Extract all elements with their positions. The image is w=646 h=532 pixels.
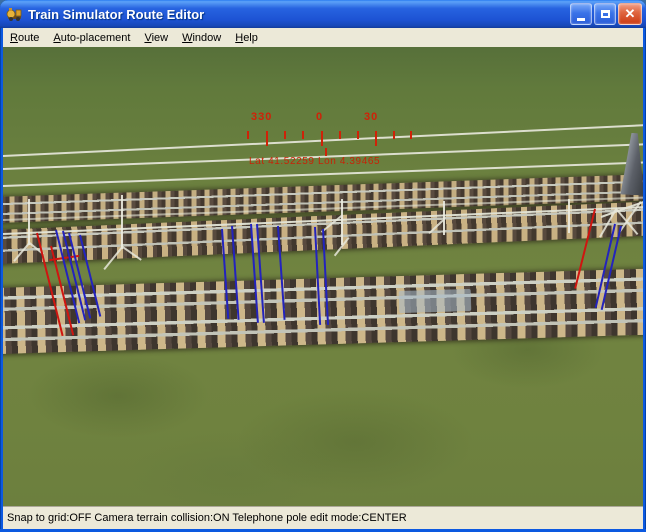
maximize-button[interactable] <box>594 3 616 25</box>
title-bar[interactable]: Train Simulator Route Editor ✕ <box>0 0 646 28</box>
viewport-3d[interactable]: 330 0 30 Lat 41.52259 Lon 4.39465 <box>3 47 643 506</box>
wireframe-post <box>121 195 123 249</box>
compass-heading-0: 0 <box>316 111 323 123</box>
compass-tick <box>321 131 323 146</box>
compass-tick <box>393 131 395 139</box>
compass-center-tick <box>325 148 327 156</box>
menu-auto-placement[interactable]: Auto-placement <box>46 30 137 46</box>
telegraph-wire <box>3 123 643 157</box>
compass-tick <box>302 131 304 139</box>
compass-tick <box>357 131 359 139</box>
camera-coordinates: Lat 41.52259 Lon 4.39465 <box>249 156 380 167</box>
compass-heading-30: 30 <box>364 111 378 123</box>
compass-tick <box>339 131 341 139</box>
menu-route[interactable]: Route <box>3 30 46 46</box>
close-button[interactable]: ✕ <box>618 3 642 25</box>
menu-bar: Route Auto-placement View Window Help <box>3 28 643 47</box>
status-text: Snap to grid:OFF Camera terrain collisio… <box>7 512 407 524</box>
compass-heading-330: 330 <box>251 111 272 123</box>
switch-rails-highlight <box>399 289 472 313</box>
window-title: Train Simulator Route Editor <box>28 7 570 22</box>
menu-view[interactable]: View <box>137 30 175 46</box>
train-icon <box>6 6 23 23</box>
minimize-button[interactable] <box>570 3 592 25</box>
app-window: Train Simulator Route Editor ✕ Route Aut… <box>0 0 646 532</box>
menu-window[interactable]: Window <box>175 30 228 46</box>
compass-tick <box>266 131 268 146</box>
wireframe-post <box>28 199 30 245</box>
compass-tick <box>284 131 286 139</box>
menu-help[interactable]: Help <box>228 30 265 46</box>
compass-tick <box>375 131 377 146</box>
wireframe-post <box>341 199 343 245</box>
compass-tick <box>410 131 412 139</box>
wireframe-post <box>443 201 445 235</box>
status-bar: Snap to grid:OFF Camera terrain collisio… <box>3 506 643 529</box>
compass-tick <box>247 131 249 139</box>
wireframe-post <box>568 199 570 233</box>
